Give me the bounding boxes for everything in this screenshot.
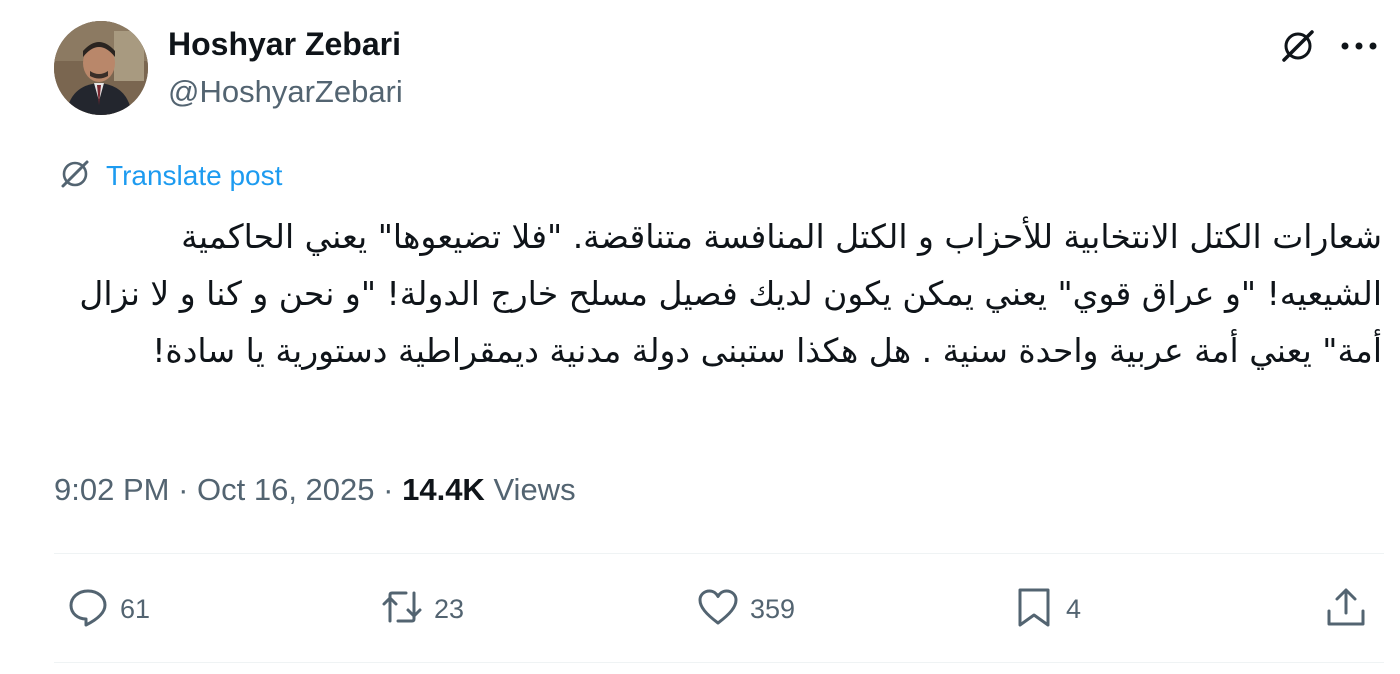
- share-icon: [1324, 585, 1368, 634]
- reply-count: 61: [120, 594, 151, 624]
- share-button[interactable]: [1324, 584, 1368, 634]
- reply-button[interactable]: 61: [66, 584, 150, 634]
- bookmark-button[interactable]: 4: [1012, 584, 1081, 634]
- divider: [54, 662, 1384, 663]
- repost-button[interactable]: 23: [380, 584, 464, 634]
- heart-icon: [696, 585, 740, 634]
- views-count[interactable]: 14.4K: [402, 472, 485, 507]
- like-button[interactable]: 359: [696, 584, 795, 634]
- views-label: Views: [484, 472, 576, 507]
- tweet-time[interactable]: 9:02 PM: [54, 472, 169, 507]
- tweet-text: شعارات الكتل الانتخابية للأحزاب و الكتل …: [79, 217, 1382, 370]
- bookmark-count: 4: [1066, 594, 1082, 624]
- tweet-meta: 9:02 PM · Oct 16, 2025 · 14.4K Views: [54, 470, 576, 510]
- author-handle[interactable]: @HoshyarZebari: [168, 73, 403, 111]
- globe-slash-icon: [58, 157, 92, 196]
- translate-post-label: Translate post: [106, 160, 283, 191]
- translate-post-link[interactable]: Translate post: [58, 158, 282, 194]
- repost-count: 23: [434, 594, 465, 624]
- more-options-icon[interactable]: [1336, 26, 1382, 66]
- meta-separator: ·: [169, 472, 198, 507]
- author-name[interactable]: Hoshyar Zebari: [168, 24, 401, 64]
- avatar-photo: [54, 21, 148, 115]
- divider: [54, 553, 1384, 554]
- bookmark-icon: [1012, 585, 1056, 634]
- grok-icon[interactable]: [1278, 26, 1318, 66]
- avatar[interactable]: [54, 21, 148, 115]
- tweet-date[interactable]: Oct 16, 2025: [197, 472, 375, 507]
- repost-icon: [380, 585, 424, 634]
- reply-icon: [66, 585, 110, 634]
- meta-separator: ·: [374, 472, 403, 507]
- like-count: 359: [750, 594, 796, 624]
